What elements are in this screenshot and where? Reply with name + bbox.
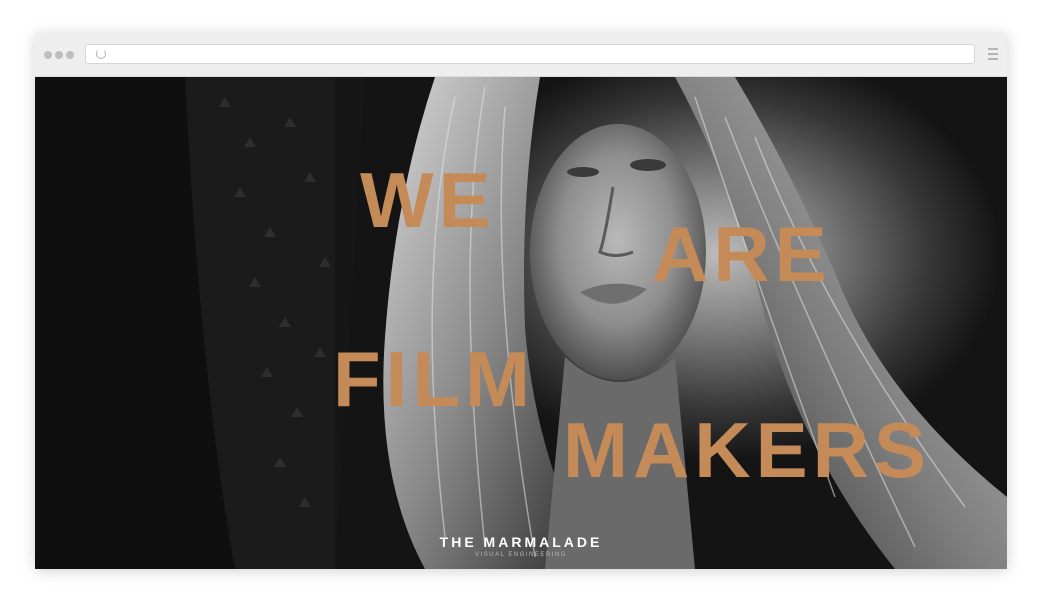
hamburger-menu-icon[interactable] xyxy=(988,48,998,60)
window-dot[interactable] xyxy=(66,51,74,59)
browser-window: WE ARE FILM MAKERS THE MARMALADE VISUAL … xyxy=(35,33,1007,569)
brand-name: THE MARMALADE xyxy=(439,534,603,550)
brand-tagline: VISUAL ENGINEERING xyxy=(475,552,567,558)
headline-word-we: WE xyxy=(360,156,496,244)
window-dot[interactable] xyxy=(44,51,52,59)
reload-icon[interactable] xyxy=(96,49,106,59)
address-bar[interactable] xyxy=(85,44,975,64)
browser-toolbar xyxy=(35,33,1007,77)
headline-word-makers: MAKERS xyxy=(563,406,932,494)
headline-word-are: ARE xyxy=(652,210,832,298)
brand-logo[interactable]: THE MARMALADE VISUAL ENGINEERING xyxy=(431,534,611,558)
page-viewport: WE ARE FILM MAKERS THE MARMALADE VISUAL … xyxy=(35,77,1007,569)
hero-portrait-image xyxy=(35,77,1007,569)
window-dot[interactable] xyxy=(55,51,63,59)
window-dots-icon[interactable] xyxy=(44,51,74,59)
headline-word-film: FILM xyxy=(333,335,535,423)
